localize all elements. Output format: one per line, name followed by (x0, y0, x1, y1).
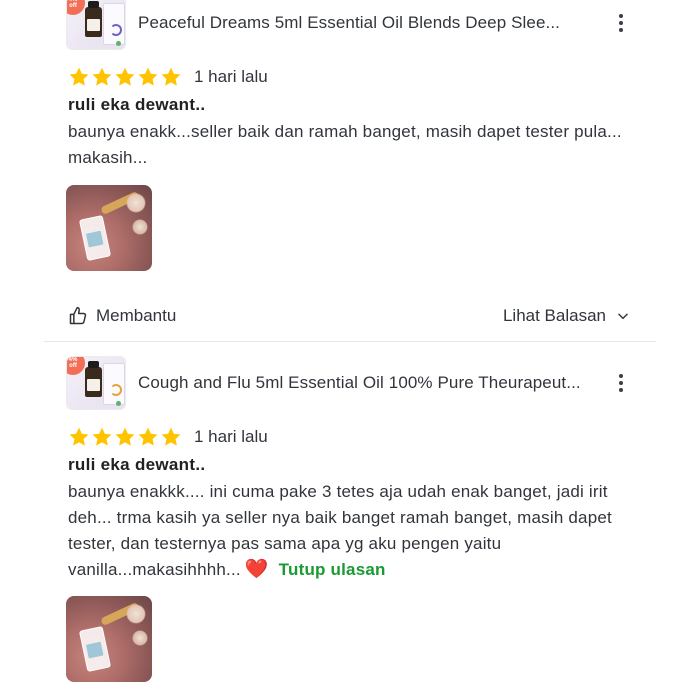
product-name[interactable]: Cough and Flu 5ml Essential Oil 100% Pur… (138, 373, 581, 393)
review-text: baunya enakk...seller baik dan ramah ban… (68, 119, 648, 171)
product-row-2[interactable]: 4% off Cough and Flu 5ml Essential Oil 10… (66, 356, 581, 410)
review-actions: Membantu Lihat Balasan (68, 306, 630, 326)
rating-stars (68, 66, 182, 88)
heart-emoji: ❤️ (244, 559, 269, 580)
product-row-1[interactable]: 4% off Peaceful Dreams 5ml Essential Oil … (66, 0, 560, 50)
reviewer-name: ruli eka dewant.. (68, 95, 206, 114)
star-icon (69, 67, 89, 86)
discount-badge: 4% off (67, 357, 85, 375)
product-thumbnail[interactable]: 4% off (66, 356, 126, 410)
helpful-button[interactable]: Membantu (68, 306, 176, 326)
star-icon (138, 67, 158, 86)
product-name[interactable]: Peaceful Dreams 5ml Essential Oil Blends… (138, 13, 560, 33)
review-date: 1 hari lalu (194, 427, 268, 446)
bottle-image (85, 1, 102, 37)
review-photo[interactable] (66, 596, 152, 682)
review-date: 1 hari lalu (194, 67, 268, 86)
rating-stars (68, 426, 182, 448)
more-options-icon[interactable] (612, 371, 630, 395)
reviewer-name: ruli eka dewant.. (68, 455, 206, 474)
view-replies-label: Lihat Balasan (502, 306, 606, 325)
star-icon (161, 67, 181, 86)
box-image (103, 3, 125, 45)
view-replies-button[interactable]: Lihat Balasan (503, 306, 630, 326)
review-body: baunya enakk...seller baik dan ramah ban… (68, 122, 622, 167)
more-options-icon[interactable] (612, 11, 630, 35)
review-text: baunya enakkk.... ini cuma pake 3 tetes … (68, 479, 648, 583)
star-icon (115, 67, 135, 86)
thumbs-up-icon (69, 306, 87, 325)
rating-row: 1 hari lalu (68, 426, 268, 448)
chevron-down-icon (618, 313, 628, 320)
star-icon (161, 427, 181, 446)
review-photo[interactable] (66, 185, 152, 271)
helpful-label: Membantu (96, 306, 177, 325)
discount-badge: 4% off (67, 0, 85, 15)
star-icon (138, 427, 158, 446)
review-divider (44, 341, 656, 342)
star-icon (69, 427, 89, 446)
rating-row: 1 hari lalu (68, 66, 268, 88)
star-icon (92, 67, 112, 86)
box-image (103, 363, 125, 405)
star-icon (115, 427, 135, 446)
product-thumbnail[interactable]: 4% off (66, 0, 126, 50)
star-icon (92, 427, 112, 446)
collapse-review-link[interactable]: Tutup ulasan (279, 560, 386, 579)
bottle-image (85, 361, 102, 397)
